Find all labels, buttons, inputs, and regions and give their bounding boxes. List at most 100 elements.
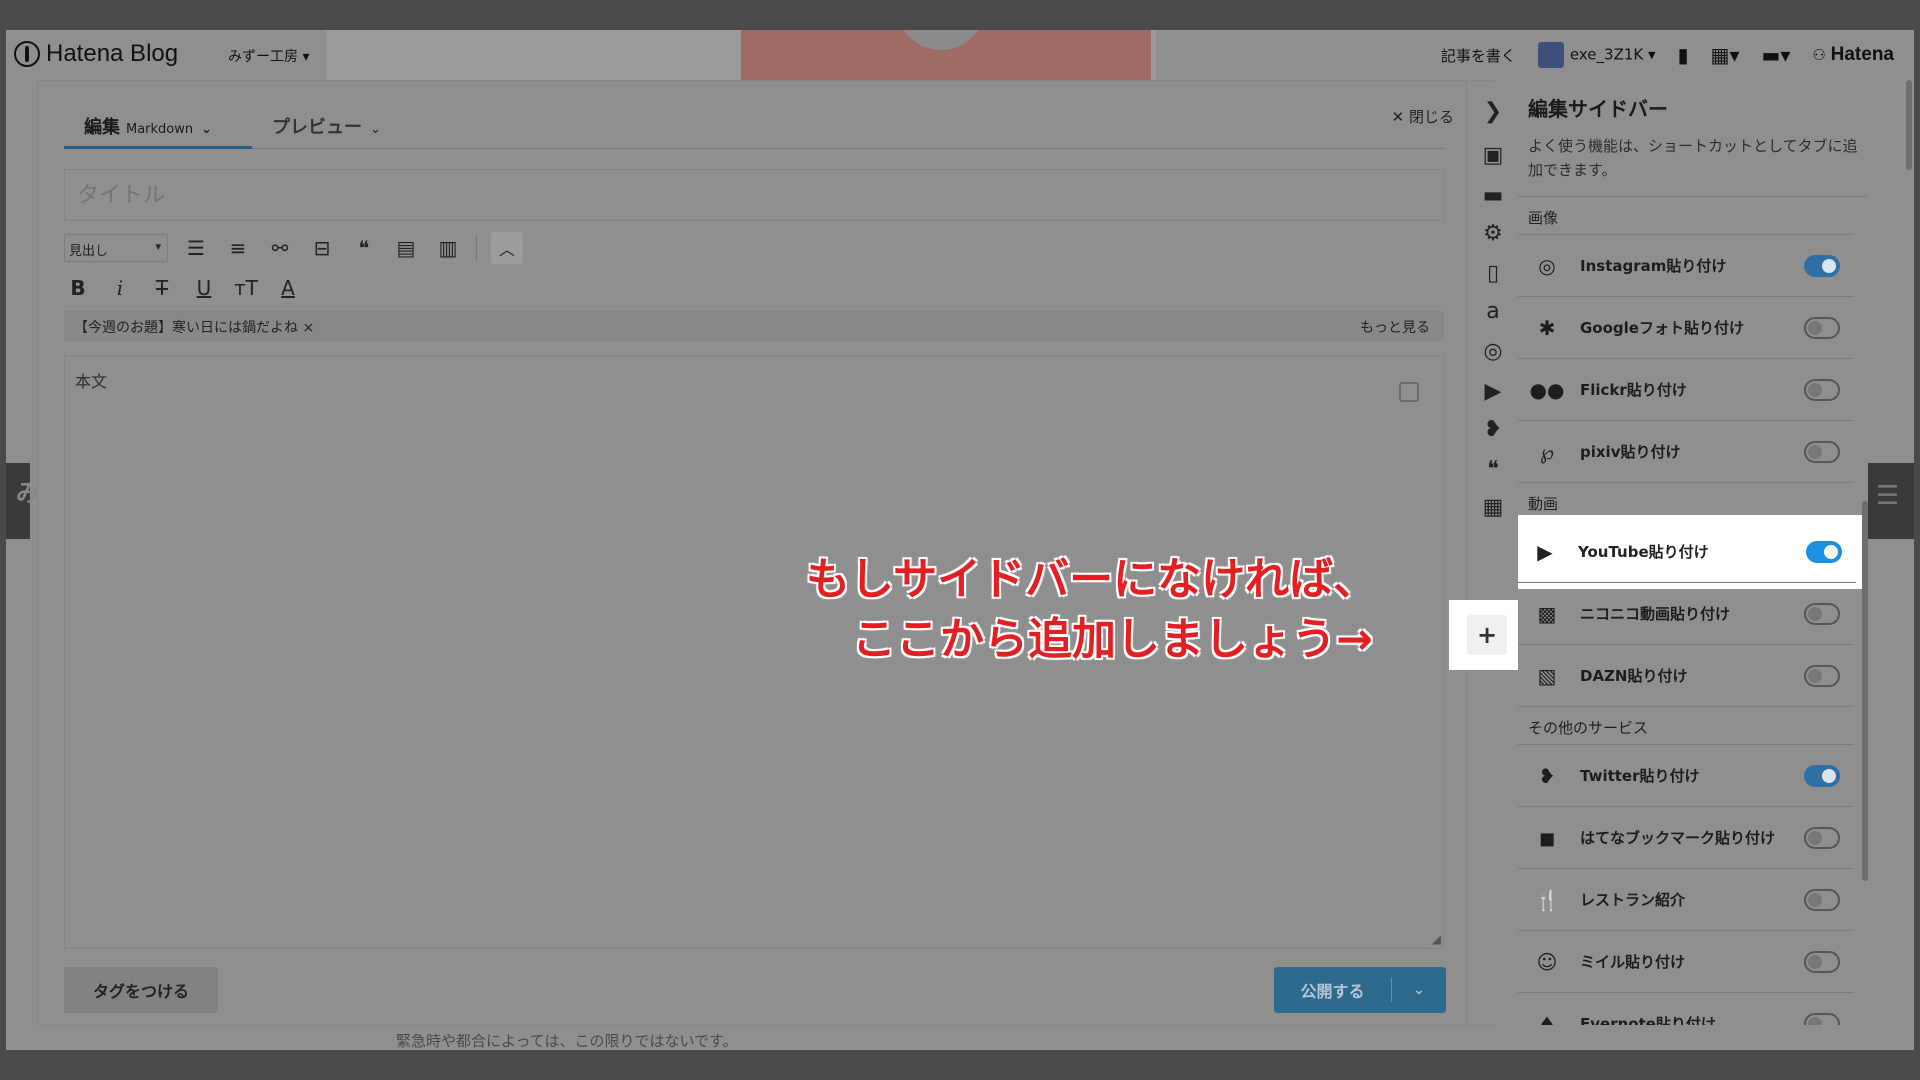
sidebar-item-label: YouTube貼り付け <box>1578 543 1709 561</box>
hatena-brand-icon: ⚇ <box>1812 46 1831 64</box>
instagram-icon: ◎ <box>1538 253 1556 278</box>
sidebar-item-dazn: ▧ DAZN貼り付け <box>1518 645 1854 707</box>
page-scrollbar[interactable] <box>1906 80 1912 170</box>
bold-icon[interactable]: B <box>64 274 92 302</box>
sidebar-item-hatena-bookmark: ◼ はてなブックマーク貼り付け <box>1518 807 1854 869</box>
plus-icon: + <box>1476 621 1498 649</box>
instagram-icon[interactable]: ◎ <box>1467 335 1519 367</box>
strikethrough-icon[interactable]: T <box>148 274 176 302</box>
add-feature-highlight: + <box>1449 600 1525 670</box>
numbered-list-icon[interactable]: ≡ <box>224 234 252 262</box>
amazon-icon[interactable]: a <box>1467 295 1519 327</box>
section-video: 動画 <box>1518 483 1854 521</box>
dazn-icon: ▧ <box>1537 663 1557 688</box>
hatena-brand-text: Hatena <box>1830 44 1894 65</box>
sidebar-item-flickr: ●● Flickr貼り付け <box>1518 359 1854 421</box>
editor-tabs: 編集 Markdown ⌄ プレビュー ⌄ <box>64 109 1444 149</box>
edit-sidebar-description: よく使う機能は、ショートカットとしてタブに追加できます。 <box>1528 137 1858 179</box>
flickr-icon: ●● <box>1529 377 1565 402</box>
weekly-topic-bar[interactable]: 【今週のお題】寒い日には鍋だよね × もっと見る <box>64 311 1444 341</box>
sidebar-item-miil: ☺ ミイル貼り付け <box>1518 931 1854 993</box>
tutorial-annotation: もしサイドバーになければ、 ここから追加しましょう→ <box>806 550 1446 670</box>
notifications-icon[interactable]: ▬▾ <box>1761 43 1790 67</box>
sidebar-item-label: ミイル貼り付け <box>1580 953 1686 971</box>
evernote-icon: ♠ <box>1538 1011 1556 1026</box>
apps-grid-icon[interactable]: ▦▾ <box>1711 43 1740 67</box>
sidebar-item-youtube: ▶ YouTube貼り付け <box>1518 521 1856 583</box>
tab-edit[interactable]: 編集 Markdown ⌄ <box>64 109 252 149</box>
toggle-switch[interactable] <box>1804 316 1840 339</box>
add-feature-button[interactable]: + <box>1467 615 1507 655</box>
section-images: 画像 <box>1518 197 1854 235</box>
toggle-switch[interactable] <box>1804 1012 1840 1025</box>
chevron-down-icon: ⌄ <box>201 122 213 137</box>
gear-icon[interactable]: ⚙ <box>1467 217 1519 249</box>
publish-button[interactable]: 公開する ⌄ <box>1274 967 1446 1013</box>
toggle-switch[interactable] <box>1804 602 1840 625</box>
resize-handle-icon[interactable]: ◢ <box>1432 932 1441 946</box>
copy-icon[interactable] <box>1399 382 1419 402</box>
photo-upload-icon[interactable]: ▣ <box>1467 139 1519 171</box>
toggle-switch[interactable] <box>1804 440 1840 463</box>
format-toolbar-row1: 見出し ☰ ≡ ⚯ ⊟ ❝ ▤ ▥ ︿ <box>64 231 523 265</box>
sidebar-item-google-photos: ✱ Googleフォト貼り付け <box>1518 297 1854 359</box>
toggle-switch[interactable] <box>1804 764 1840 787</box>
toggle-switch[interactable] <box>1804 378 1840 401</box>
close-button[interactable]: ✕ 閉じる <box>1392 106 1454 127</box>
tab-edit-mode: Markdown <box>126 122 194 137</box>
horizontal-rule-icon[interactable]: ⊟ <box>308 234 336 262</box>
header-actions: 記事を書く exe_3Z1K ▾ ▮ ▦▾ ▬▾ ⚇ Hatena <box>1441 40 1894 70</box>
heading-select[interactable]: 見出し <box>64 234 168 262</box>
publish-label: 公開する <box>1274 978 1392 1002</box>
user-menu[interactable]: exe_3Z1K ▾ <box>1537 42 1656 68</box>
sidebar-item-pixiv: ℘ pixiv貼り付け <box>1518 421 1854 483</box>
tab-edit-label: 編集 <box>84 117 120 138</box>
bullet-list-icon[interactable]: ☰ <box>182 234 210 262</box>
miil-icon: ☺ <box>1536 949 1558 974</box>
table-of-contents-icon[interactable]: ▤ <box>392 234 420 262</box>
text-color-icon[interactable]: A <box>274 274 302 302</box>
youtube-icon[interactable]: ▶ <box>1467 375 1519 407</box>
twitter-icon: ❥ <box>1538 763 1556 788</box>
toggle-switch[interactable] <box>1804 950 1840 973</box>
link-icon[interactable]: ⚯ <box>266 234 294 262</box>
tab-preview[interactable]: プレビュー ⌄ <box>272 109 381 149</box>
chevron-right-icon[interactable]: ❯ <box>1467 95 1519 127</box>
topic-more-link[interactable]: もっと見る <box>1360 317 1430 337</box>
toggle-switch[interactable] <box>1804 254 1840 277</box>
hatena-brand-link[interactable]: ⚇ Hatena <box>1812 44 1894 66</box>
sidebar-scrollbar[interactable] <box>1862 501 1868 881</box>
toggle-switch[interactable] <box>1804 888 1840 911</box>
background-page-text: 緊急時や都合によっては、この限りではないです。 <box>396 1032 738 1050</box>
toggle-switch[interactable] <box>1806 540 1842 563</box>
logo-text: Hatena Blog <box>46 40 179 67</box>
sidebar-item-label: Instagram貼り付け <box>1580 257 1727 275</box>
toggle-switch[interactable] <box>1804 664 1840 687</box>
body-placeholder: 本文 <box>75 372 108 391</box>
hatena-blog-logo[interactable]: Hatena Blog <box>14 38 178 70</box>
add-tag-button[interactable]: タグをつける <box>64 967 218 1013</box>
global-header: Hatena Blog みずー工房 ▾ 記事を書く exe_3Z1K ▾ ▮ ▦… <box>6 30 1914 80</box>
folder-icon[interactable]: ▬ <box>1467 179 1519 211</box>
document-icon[interactable]: ▯ <box>1467 257 1519 289</box>
title-input[interactable] <box>64 169 1444 221</box>
collapse-toolbar-icon[interactable]: ︿ <box>491 232 523 264</box>
clipboard-icon[interactable]: ▦ <box>1467 491 1519 523</box>
font-size-icon[interactable]: тT <box>232 274 260 302</box>
weekly-topic-text: 【今週のお題】寒い日には鍋だよね × <box>74 320 315 336</box>
blog-name-dropdown[interactable]: みずー工房 ▾ <box>228 46 309 66</box>
read-more-icon[interactable]: ▥ <box>434 234 462 262</box>
quote-icon[interactable]: ❝ <box>1467 453 1519 485</box>
italic-icon[interactable]: i <box>106 274 134 302</box>
chevron-down-icon[interactable]: ⌄ <box>1392 982 1446 998</box>
sidebar-item-label: Flickr貼り付け <box>1580 381 1687 399</box>
bookmark-icon[interactable]: ▮ <box>1678 43 1689 67</box>
sidebar-item-instagram: ◎ Instagram貼り付け <box>1518 235 1854 297</box>
sidebar-item-label: レストラン紹介 <box>1580 891 1686 909</box>
underline-icon[interactable]: U <box>190 274 218 302</box>
toggle-switch[interactable] <box>1804 826 1840 849</box>
avatar <box>1537 42 1564 68</box>
blockquote-icon[interactable]: ❝ <box>350 234 378 262</box>
twitter-icon[interactable]: ❥ <box>1467 413 1519 445</box>
write-article-link[interactable]: 記事を書く <box>1441 45 1516 66</box>
